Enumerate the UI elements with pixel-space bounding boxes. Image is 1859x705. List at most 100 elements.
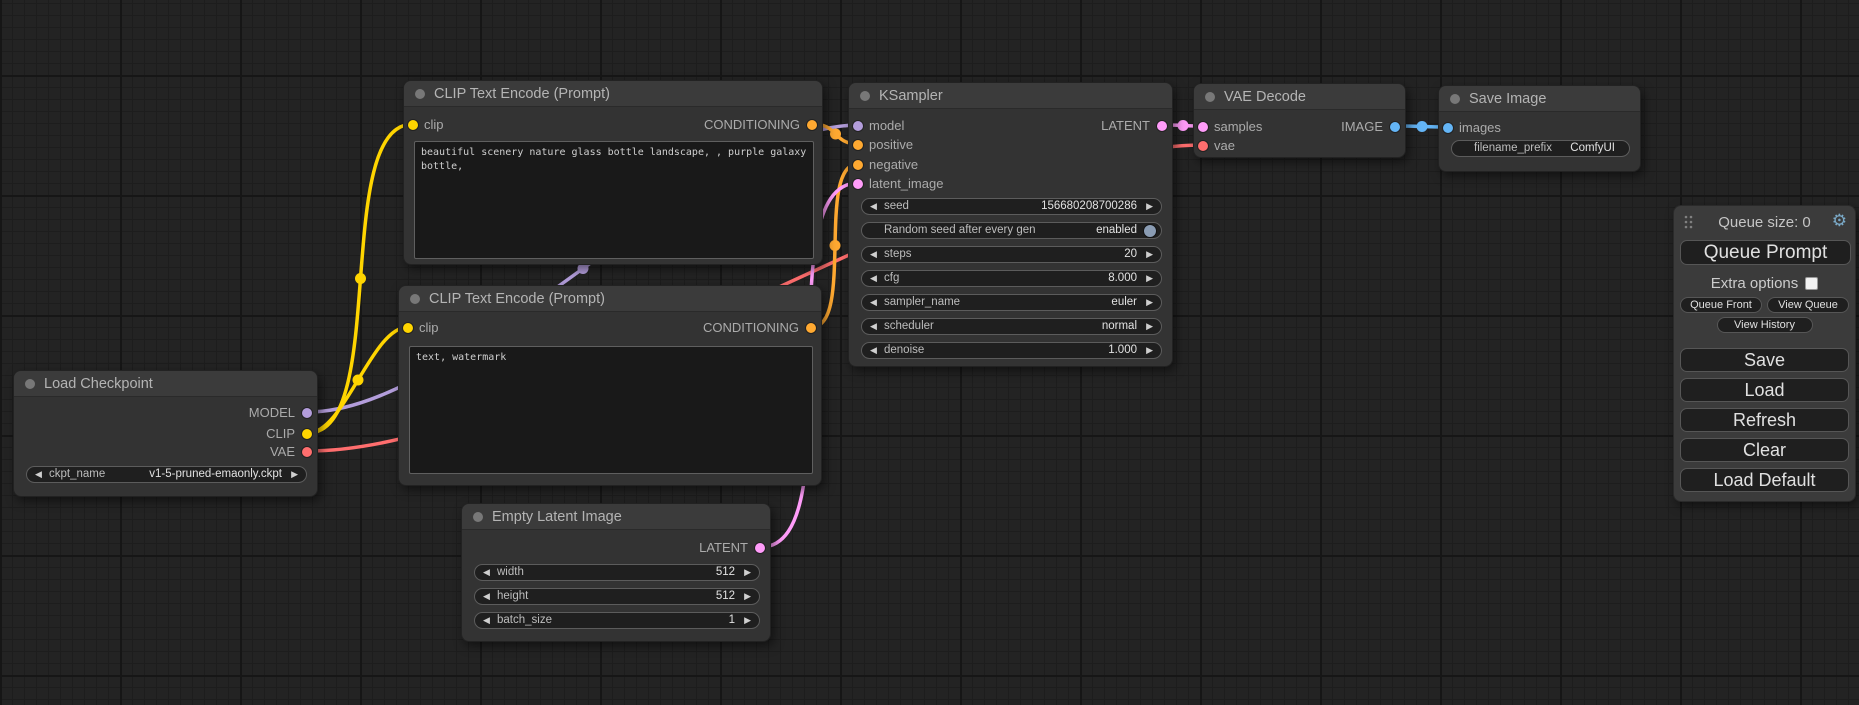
widget-increment-arrow-icon[interactable]: ▶ (1146, 295, 1153, 310)
node-collapse-dot-icon[interactable] (860, 91, 870, 101)
widget-increment-arrow-icon[interactable]: ▶ (1146, 247, 1153, 262)
input-dot-latent_image[interactable] (853, 179, 863, 189)
widget-scheduler[interactable]: ◀schedulernormal▶ (861, 318, 1162, 335)
load-button[interactable]: Load (1680, 378, 1849, 402)
widget-increment-arrow-icon[interactable]: ▶ (1146, 271, 1153, 286)
clear-button[interactable]: Clear (1680, 438, 1849, 462)
widget-seed[interactable]: ◀seed156680208700286▶ (861, 198, 1162, 215)
widget-label: filename_prefix (1474, 141, 1552, 156)
widget-increment-arrow-icon[interactable]: ▶ (744, 613, 751, 628)
widget-random-seed-after-every-gen[interactable]: Random seed after every genenabled (861, 222, 1162, 239)
node-collapse-dot-icon[interactable] (415, 89, 425, 99)
node-empty-latent-image[interactable]: Empty Latent ImageLATENT◀width512▶◀heigh… (461, 503, 771, 642)
extra-options-row: Extra options (1674, 275, 1855, 291)
node-ksampler[interactable]: KSamplermodelpositivenegativelatent_imag… (848, 82, 1173, 367)
widget-filename-prefix[interactable]: filename_prefixComfyUI (1451, 140, 1630, 157)
node-title-clip-text-encode-1[interactable]: CLIP Text Encode (Prompt) (404, 81, 822, 107)
output-dot-VAE[interactable] (302, 447, 312, 457)
input-dot-images[interactable] (1443, 123, 1453, 133)
node-clip-text-encode-1[interactable]: CLIP Text Encode (Prompt)clipCONDITIONIN… (403, 80, 823, 265)
widget-decrement-arrow-icon[interactable]: ◀ (870, 295, 877, 310)
widget-label: seed (884, 199, 909, 214)
input-dot-negative[interactable] (853, 160, 863, 170)
view-queue-button[interactable]: View Queue (1767, 297, 1849, 313)
prompt-textarea[interactable]: beautiful scenery nature glass bottle la… (414, 141, 814, 259)
node-collapse-dot-icon[interactable] (1450, 94, 1460, 104)
output-slot-CLIP: CLIP (14, 426, 317, 442)
view-history-button[interactable]: View History (1717, 317, 1813, 333)
node-title-empty-latent-image[interactable]: Empty Latent Image (462, 504, 770, 530)
queue-front-button[interactable]: Queue Front (1680, 297, 1762, 313)
node-load-checkpoint[interactable]: Load Checkpoint MODEL CLIP VAE ◀ckpt_namev1-… (13, 370, 318, 497)
widget-cfg[interactable]: ◀cfg8.000▶ (861, 270, 1162, 287)
output-dot-LATENT[interactable] (755, 543, 765, 553)
widget-increment-arrow-icon[interactable]: ▶ (744, 565, 751, 580)
output-dot-CONDITIONING[interactable] (806, 323, 816, 333)
output-slot-label: CONDITIONING (703, 320, 799, 336)
widget-ckpt-name[interactable]: ◀ckpt_namev1-5-pruned-emaonly.ckpt▶ (26, 466, 307, 483)
node-collapse-dot-icon[interactable] (25, 379, 35, 389)
output-slot-label: IMAGE (1341, 119, 1383, 135)
extra-options-checkbox[interactable] (1805, 277, 1818, 290)
widget-increment-arrow-icon[interactable]: ▶ (744, 589, 751, 604)
widget-increment-arrow-icon[interactable]: ▶ (1146, 199, 1153, 214)
output-dot-CONDITIONING[interactable] (807, 120, 817, 130)
node-collapse-dot-icon[interactable] (473, 512, 483, 522)
node-title-ksampler[interactable]: KSampler (849, 83, 1172, 109)
widget-value: 1 (729, 613, 735, 628)
widget-increment-arrow-icon[interactable]: ▶ (291, 467, 298, 482)
load-default-button[interactable]: Load Default (1680, 468, 1849, 492)
input-dot-positive[interactable] (853, 140, 863, 150)
output-slot-VAE: VAE (14, 444, 317, 460)
widget-value: 20 (1124, 247, 1137, 262)
node-graph-canvas[interactable]: Load Checkpoint MODEL CLIP VAE ◀ckpt_namev1-… (0, 0, 1859, 705)
widget-increment-arrow-icon[interactable]: ▶ (1146, 343, 1153, 358)
refresh-button[interactable]: Refresh (1680, 408, 1849, 432)
widget-decrement-arrow-icon[interactable]: ◀ (483, 565, 490, 580)
output-dot-CLIP[interactable] (302, 429, 312, 439)
widget-decrement-arrow-icon[interactable]: ◀ (35, 467, 42, 482)
widget-decrement-arrow-icon[interactable]: ◀ (870, 199, 877, 214)
output-dot-MODEL[interactable] (302, 408, 312, 418)
widget-decrement-arrow-icon[interactable]: ◀ (870, 319, 877, 334)
widget-width[interactable]: ◀width512▶ (474, 564, 760, 581)
widget-decrement-arrow-icon[interactable]: ◀ (870, 271, 877, 286)
queue-prompt-button[interactable]: Queue Prompt (1680, 240, 1851, 265)
widget-decrement-arrow-icon[interactable]: ◀ (483, 613, 490, 628)
widget-sampler-name[interactable]: ◀sampler_nameeuler▶ (861, 294, 1162, 311)
output-dot-IMAGE[interactable] (1390, 122, 1400, 132)
widget-increment-arrow-icon[interactable]: ▶ (1146, 319, 1153, 334)
queue-size-label: Queue size: 0 (1674, 214, 1855, 231)
node-save-image[interactable]: Save Imageimagesfilename_prefixComfyUI (1438, 85, 1641, 172)
toggle-enabled-icon[interactable] (1144, 225, 1156, 237)
node-clip-text-encode-2[interactable]: CLIP Text Encode (Prompt)clipCONDITIONIN… (398, 285, 822, 486)
input-dot-vae[interactable] (1198, 141, 1208, 151)
node-title-save-image[interactable]: Save Image (1439, 86, 1640, 112)
widget-batch-size[interactable]: ◀batch_size1▶ (474, 612, 760, 629)
settings-gear-icon[interactable]: ⚙ (1832, 211, 1847, 231)
node-vae-decode[interactable]: VAE DecodesamplesvaeIMAGE (1193, 83, 1406, 158)
save-button[interactable]: Save (1680, 348, 1849, 372)
node-collapse-dot-icon[interactable] (410, 294, 420, 304)
node-title-vae-decode[interactable]: VAE Decode (1194, 84, 1405, 110)
widget-decrement-arrow-icon[interactable]: ◀ (483, 589, 490, 604)
prompt-textarea[interactable]: text, watermark (409, 346, 813, 474)
widget-denoise[interactable]: ◀denoise1.000▶ (861, 342, 1162, 359)
widget-decrement-arrow-icon[interactable]: ◀ (870, 247, 877, 262)
output-slot-CONDITIONING: CONDITIONING (404, 117, 822, 133)
node-collapse-dot-icon[interactable] (1205, 92, 1215, 102)
input-slot-latent_image: latent_image (849, 176, 1172, 192)
node-title-clip-text-encode-2[interactable]: CLIP Text Encode (Prompt) (399, 286, 821, 312)
output-slot-MODEL: MODEL (14, 405, 317, 421)
output-slot-IMAGE: IMAGE (1194, 119, 1405, 135)
output-slot-label: VAE (270, 444, 295, 460)
input-slot-label: positive (869, 137, 913, 153)
widget-label: steps (884, 247, 912, 262)
widget-steps[interactable]: ◀ steps 20 ▶ (861, 246, 1162, 263)
output-dot-LATENT[interactable] (1157, 121, 1167, 131)
node-title-load-checkpoint[interactable]: Load Checkpoint (14, 371, 317, 397)
widget-height[interactable]: ◀height512▶ (474, 588, 760, 605)
widget-decrement-arrow-icon[interactable]: ◀ (870, 343, 877, 358)
widget-value: 1.000 (1108, 343, 1137, 358)
node-title-label: VAE Decode (1224, 89, 1306, 105)
